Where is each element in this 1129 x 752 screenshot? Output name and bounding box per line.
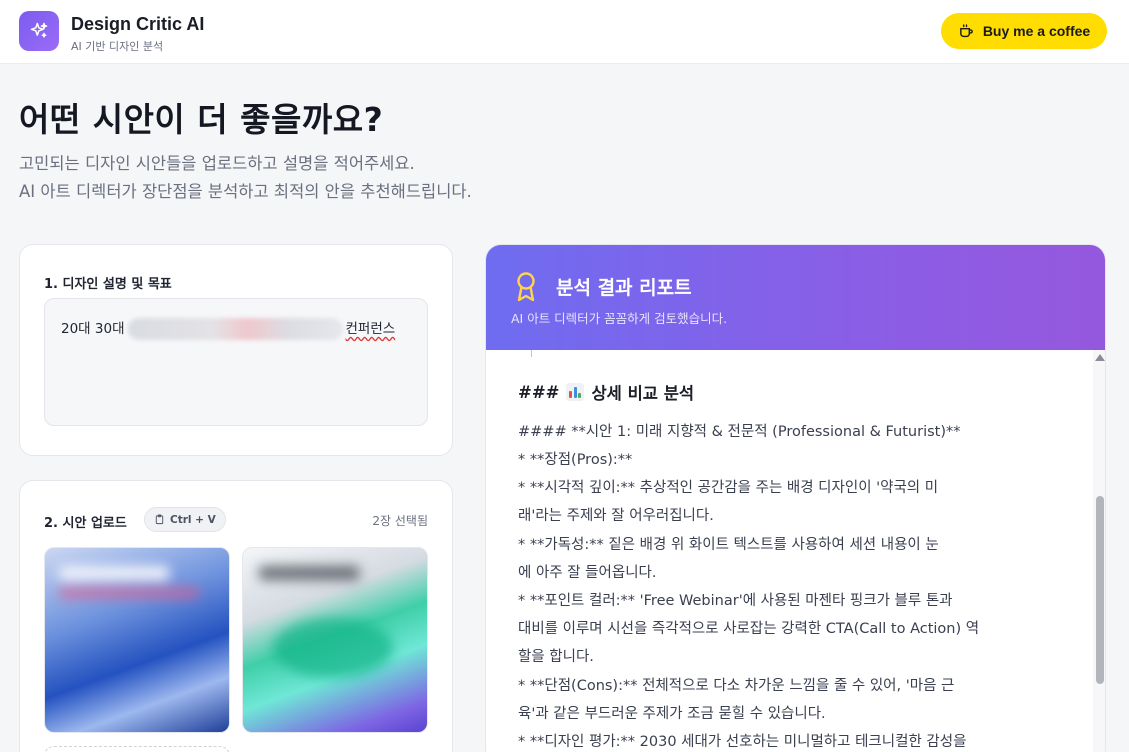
report-line: #### **시안 1: 미래 지향적 & 전문적 (Professional … <box>518 424 961 440</box>
shortcut-label: Ctrl + V <box>170 513 216 526</box>
heading-prefix: ### <box>518 382 560 402</box>
scroll-up-arrow-icon[interactable] <box>1095 354 1105 361</box>
page-title: 어떤 시안이 더 좋을까요? <box>19 100 384 139</box>
upload-label: 2. 시안 업로드 <box>44 516 127 531</box>
report-scrollbar[interactable] <box>1093 350 1105 752</box>
buy-me-a-coffee-button[interactable]: Buy me a coffee <box>941 13 1107 49</box>
paste-shortcut-chip[interactable]: Ctrl + V <box>144 507 226 532</box>
app-header: Design Critic AI AI 기반 디자인 분석 Buy me a c… <box>0 0 1129 64</box>
add-design-dropzone[interactable] <box>44 746 230 752</box>
bar-chart-icon <box>566 383 585 401</box>
scroll-thumb[interactable] <box>1096 496 1104 684</box>
page-description: 고민되는 디자인 시안들을 업로드하고 설명을 적어주세요. AI 아트 디렉터… <box>19 150 472 206</box>
app-subtitle: AI 기반 디자인 분석 <box>71 40 164 53</box>
coffee-button-label: Buy me a coffee <box>982 23 1091 39</box>
description-text-start: 20대 30대 <box>61 321 125 337</box>
clipboard-icon <box>155 514 164 525</box>
design-thumbnail-2[interactable] <box>242 547 428 733</box>
section-heading: ### 상세 비교 분석 <box>518 380 694 404</box>
report-line: * **단점(Cons):** 전체적으로 다소 차가운 느낌을 줄 수 있어,… <box>518 678 955 694</box>
report-line: 래'라는 주제와 잘 어우러집니다. <box>518 508 714 524</box>
description-label: 1. 디자인 설명 및 목표 <box>44 277 172 292</box>
report-subtitle: AI 아트 디렉터가 꼼꼼하게 검토했습니다. <box>511 311 728 326</box>
report-line: 할을 합니다. <box>518 649 594 665</box>
page-description-line-1: 고민되는 디자인 시안들을 업로드하고 설명을 적어주세요. <box>19 154 415 173</box>
heading-text: 상세 비교 분석 <box>591 384 695 403</box>
design-thumbnail-1[interactable] <box>44 547 230 733</box>
report-body[interactable]: ### 상세 비교 분석 #### **시안 1: 미래 지향적 & 전문적 (… <box>486 350 1105 752</box>
page-description-line-2: AI 아트 디렉터가 장단점을 분석하고 최적의 안을 추천해드립니다. <box>19 182 472 201</box>
report-header: 분석 결과 리포트 AI 아트 디렉터가 꼼꼼하게 검토했습니다. <box>486 245 1105 350</box>
report-line: * **포인트 컬러:** 'Free Webinar'에 사용된 마젠타 핑크… <box>518 593 953 609</box>
design-upload-card: 2. 시안 업로드 Ctrl + V 2장 선택됨 <box>19 480 453 752</box>
redacted-text <box>127 318 343 340</box>
report-line: 대비를 이루며 시선을 즉각적으로 사로잡는 강력한 CTA(Call to A… <box>518 621 980 637</box>
report-line: * **디자인 평가:** 2030 세대가 선호하는 미니멀하고 테크니컬한 … <box>518 734 967 750</box>
description-textarea[interactable]: 20대 30대 컨퍼런스 <box>44 298 428 426</box>
report-title: 분석 결과 리포트 <box>556 277 692 299</box>
design-description-card: 1. 디자인 설명 및 목표 20대 30대 컨퍼런스 <box>19 244 453 456</box>
report-line: 육'과 같은 부드러운 주제가 조금 묻힐 수 있습니다. <box>518 706 826 722</box>
content-tick <box>531 350 532 357</box>
app-title: Design Critic AI <box>71 14 205 34</box>
report-line: 에 아주 잘 들어옵니다. <box>518 565 657 581</box>
thumbnail-2-image <box>243 548 427 732</box>
report-line: * **장점(Pros):** <box>518 452 633 468</box>
analysis-report-panel: 분석 결과 리포트 AI 아트 디렉터가 꼼꼼하게 검토했습니다. ### 상세… <box>485 244 1106 752</box>
selected-count: 2장 선택됨 <box>372 514 428 528</box>
report-line: * **가독성:** 짙은 배경 위 화이트 텍스트를 사용하여 세션 내용이 … <box>518 537 939 553</box>
thumbnail-1-image <box>45 548 229 732</box>
report-line: * **시각적 깊이:** 추상적인 공간감을 주는 배경 디자인이 '약국의 … <box>518 480 939 496</box>
sparkle-logo-icon[interactable] <box>19 11 59 51</box>
description-text-end: 컨퍼런스 <box>345 321 396 337</box>
award-icon <box>517 272 535 302</box>
coffee-cup-icon <box>959 23 973 37</box>
